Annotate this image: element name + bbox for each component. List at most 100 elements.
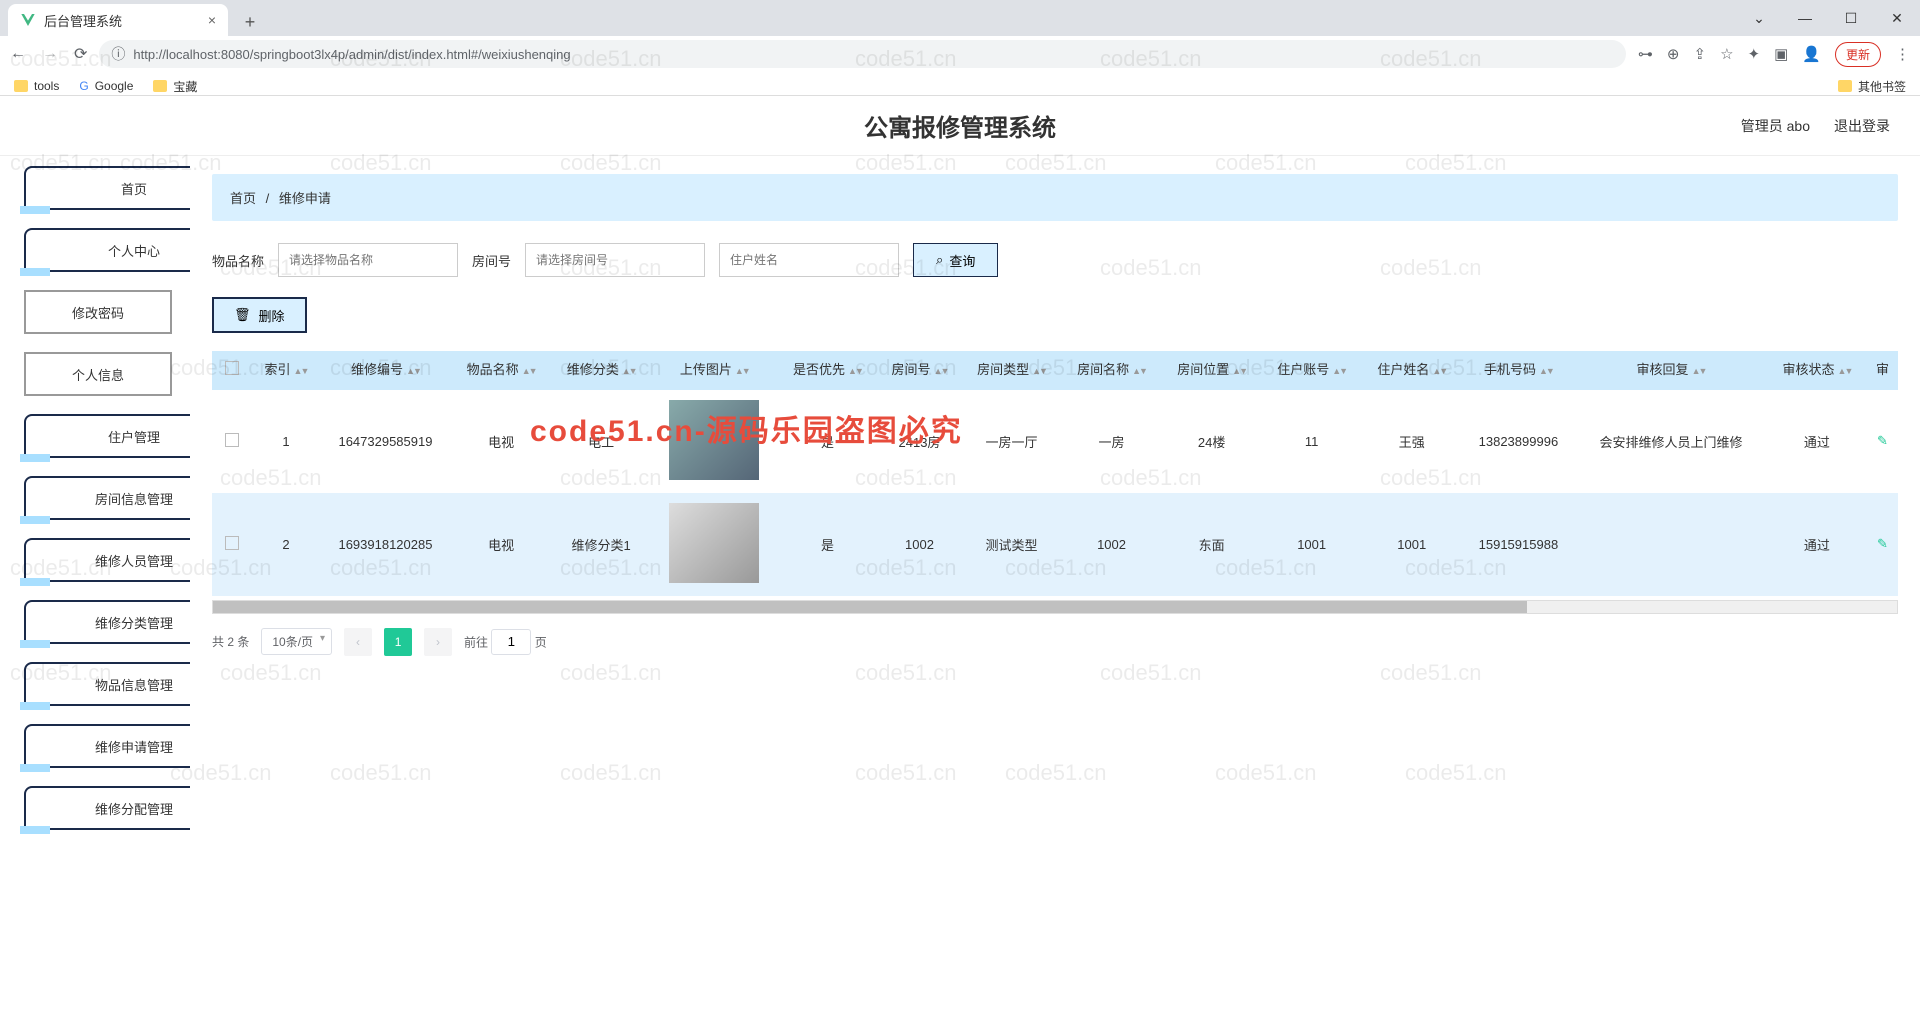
row-checkbox[interactable]	[225, 536, 239, 550]
forward-icon[interactable]: →	[42, 45, 58, 63]
sort-icon: ▲▼	[1132, 366, 1146, 376]
update-button[interactable]: 更新	[1835, 42, 1881, 67]
sort-icon: ▲▼	[406, 366, 420, 376]
th-goods[interactable]: 物品名称▲▼	[451, 351, 551, 390]
cell-room-type: 测试类型	[961, 493, 1061, 596]
row-checkbox[interactable]	[225, 433, 239, 447]
cell-repair-no: 1693918120285	[320, 493, 451, 596]
room-label: 房间号	[472, 251, 511, 270]
tab-title: 后台管理系统	[44, 11, 122, 30]
search-icon: ⌕	[936, 252, 943, 268]
cell-room-type: 一房一厅	[961, 390, 1061, 493]
close-window-icon[interactable]: ✕	[1874, 10, 1920, 27]
cell-index: 1	[252, 390, 320, 493]
side-panel-icon[interactable]: ▣	[1774, 45, 1788, 63]
current-page[interactable]: 1	[384, 628, 412, 656]
breadcrumb-home[interactable]: 首页	[230, 191, 256, 206]
th-tenant-name[interactable]: 住户姓名▲▼	[1362, 351, 1462, 390]
sidebar-personal[interactable]: 个人中心⌄	[24, 228, 190, 272]
vue-favicon	[20, 12, 36, 28]
cell-action[interactable]: ✎	[1867, 493, 1898, 596]
cell-goods: 电视	[451, 493, 551, 596]
sort-icon: ▲▼	[1692, 366, 1706, 376]
horizontal-scrollbar[interactable]	[212, 600, 1898, 614]
sidebar-repair-apply[interactable]: 维修申请管理⌄	[24, 724, 190, 768]
goto-input[interactable]	[491, 629, 531, 655]
sidebar-tenant[interactable]: 住户管理⌄	[24, 414, 190, 458]
bookmark-other[interactable]: 其他书签	[1838, 78, 1906, 95]
dropdown-icon[interactable]: ⌄	[1736, 10, 1782, 27]
th-category[interactable]: 维修分类▲▼	[551, 351, 651, 390]
th-priority[interactable]: 是否优先▲▼	[777, 351, 877, 390]
sidebar-home[interactable]: 首页	[24, 166, 190, 210]
th-phone[interactable]: 手机号码▲▼	[1462, 351, 1575, 390]
th-room-type[interactable]: 房间类型▲▼	[961, 351, 1061, 390]
sort-icon: ▲▼	[1232, 366, 1246, 376]
cell-room-no: 1002	[877, 493, 961, 596]
sidebar-goods[interactable]: 物品信息管理⌄	[24, 662, 190, 706]
query-button[interactable]: ⌕查询	[913, 243, 998, 277]
close-tab-icon[interactable]: ×	[208, 12, 216, 28]
sidebar-change-password[interactable]: 修改密码	[24, 290, 172, 334]
user-label: 管理员 abo	[1741, 116, 1810, 136]
th-room-name[interactable]: 房间名称▲▼	[1062, 351, 1162, 390]
key-icon[interactable]: ⊶	[1638, 45, 1653, 63]
sidebar-repair-assign[interactable]: 维修分配管理⌄	[24, 786, 190, 830]
cell-status: 通过	[1767, 390, 1867, 493]
cell-image[interactable]	[651, 493, 777, 596]
th-room-no[interactable]: 房间号▲▼	[877, 351, 961, 390]
url-input[interactable]: ⓘ http://localhost:8080/springboot3lx4p/…	[99, 40, 1626, 68]
folder-icon	[14, 80, 28, 92]
site-info-icon[interactable]: ⓘ	[111, 44, 125, 64]
cell-room-no: 2413房	[877, 390, 961, 493]
sidebar-room[interactable]: 房间信息管理⌄	[24, 476, 190, 520]
th-room-loc[interactable]: 房间位置▲▼	[1162, 351, 1262, 390]
room-select[interactable]	[525, 243, 705, 277]
cell-image[interactable]	[651, 390, 777, 493]
google-icon: G	[79, 79, 88, 93]
sidebar-category[interactable]: 维修分类管理⌄	[24, 600, 190, 644]
tab-strip: 后台管理系统 × + ⌄ — ☐ ✕	[0, 0, 1920, 36]
th-status[interactable]: 审核状态▲▼	[1767, 351, 1867, 390]
bookmark-treasure[interactable]: 宝藏	[153, 78, 197, 95]
reload-icon[interactable]: ⟳	[74, 44, 87, 64]
search-icon[interactable]: ⊕	[1667, 45, 1680, 63]
bookmark-google[interactable]: GGoogle	[79, 79, 133, 93]
logout-link[interactable]: 退出登录	[1834, 116, 1890, 136]
maximize-icon[interactable]: ☐	[1828, 10, 1874, 27]
tenant-input[interactable]	[719, 243, 899, 277]
next-page-button[interactable]: ›	[424, 628, 452, 656]
sidebar-staff[interactable]: 维修人员管理⌄	[24, 538, 190, 582]
th-reply[interactable]: 审核回复▲▼	[1575, 351, 1767, 390]
cell-action[interactable]: ✎	[1867, 390, 1898, 493]
menu-icon[interactable]: ⋮	[1895, 45, 1910, 63]
cell-room-loc: 24楼	[1162, 390, 1262, 493]
th-tenant-acc[interactable]: 住户账号▲▼	[1262, 351, 1362, 390]
extensions-icon[interactable]: ✦	[1748, 45, 1761, 63]
select-all-checkbox[interactable]	[225, 361, 239, 375]
sidebar-personal-info[interactable]: 个人信息	[24, 352, 172, 396]
cell-repair-no: 1647329585919	[320, 390, 451, 493]
browser-tab[interactable]: 后台管理系统 ×	[8, 4, 228, 36]
cell-room-loc: 东面	[1162, 493, 1262, 596]
cell-reply	[1575, 493, 1767, 596]
new-tab-button[interactable]: +	[236, 8, 264, 36]
th-index[interactable]: 索引▲▼	[252, 351, 320, 390]
goods-label: 物品名称	[212, 251, 264, 270]
th-repair-no[interactable]: 维修编号▲▼	[320, 351, 451, 390]
sidebar: 首页 个人中心⌄ 修改密码 个人信息 住户管理⌄ 房间信息管理⌄ 维修人员管理⌄…	[0, 156, 190, 1030]
back-icon[interactable]: ←	[10, 45, 26, 63]
page-size-select[interactable]: 10条/页	[261, 628, 332, 655]
star-icon[interactable]: ☆	[1720, 45, 1733, 63]
goods-select[interactable]	[278, 243, 458, 277]
th-upload[interactable]: 上传图片▲▼	[651, 351, 777, 390]
profile-icon[interactable]: 👤	[1802, 45, 1821, 63]
delete-button[interactable]: 🗑删除	[212, 297, 307, 333]
sort-icon: ▲▼	[522, 366, 536, 376]
share-icon[interactable]: ⇪	[1694, 45, 1707, 63]
cell-tenant-name: 王强	[1362, 390, 1462, 493]
bookmark-tools[interactable]: tools	[14, 79, 59, 93]
sort-icon: ▲▼	[735, 366, 749, 376]
minimize-icon[interactable]: —	[1782, 10, 1828, 26]
prev-page-button[interactable]: ‹	[344, 628, 372, 656]
